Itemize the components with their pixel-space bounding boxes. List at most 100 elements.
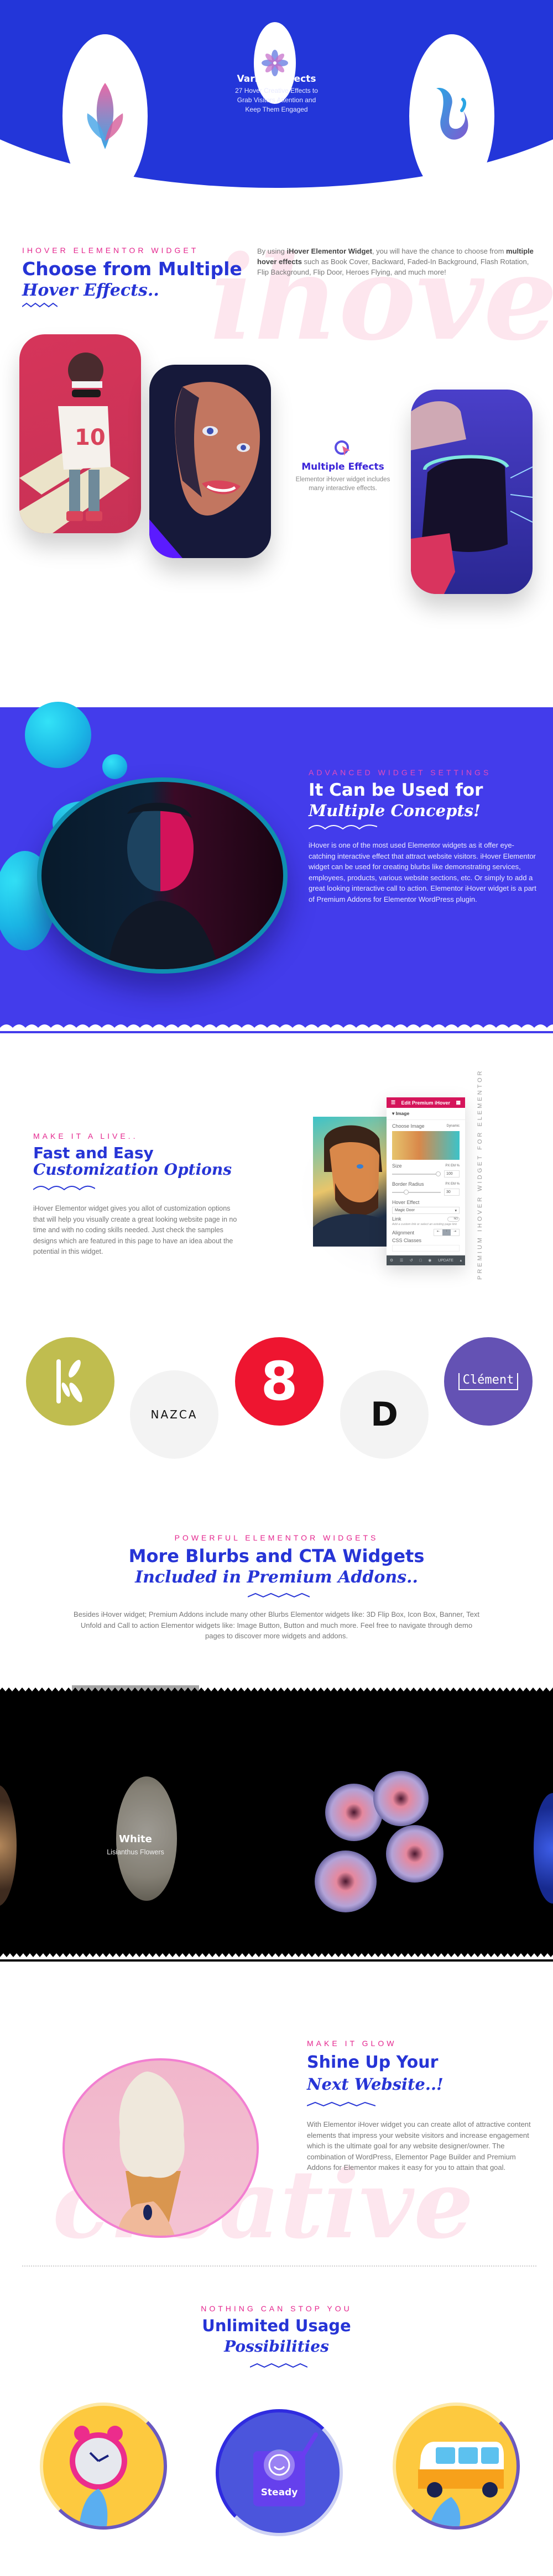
logo-eight[interactable]: 8 <box>235 1337 324 1426</box>
size-control: 100 <box>387 1169 465 1179</box>
flower-card-white[interactable]: White Lisianthus Flowers <box>72 1685 199 1962</box>
preview-icon[interactable]: ◉ <box>428 1258 431 1263</box>
image-picker-preview[interactable] <box>392 1131 460 1160</box>
wave-divider <box>250 2363 307 2368</box>
flower-card-pink[interactable] <box>310 1763 459 1928</box>
flowers-section: White Lisianthus Flowers <box>0 1685 553 1962</box>
radius-control: 30 <box>387 1187 465 1197</box>
flower-caption-title: White <box>119 1833 152 1845</box>
section-eyebrow: Powerful Elementor Widgets <box>174 1533 379 1542</box>
logo-d[interactable]: D <box>340 1370 429 1459</box>
robot-character-icon <box>253 2432 318 2506</box>
decorative-blob <box>102 754 127 779</box>
effect-card-woman[interactable] <box>149 365 271 558</box>
hero-title: Various Effects <box>237 73 316 85</box>
logo-nazca[interactable]: NAZCA <box>130 1370 218 1459</box>
section-title-italic: Hover Effects.. <box>22 281 159 300</box>
responsive-icon[interactable]: □ <box>419 1259 421 1263</box>
size-label: Size <box>392 1163 402 1169</box>
feature-desc-line: Elementor iHover widget includes <box>295 476 390 483</box>
hamburger-menu-icon[interactable]: ☰ <box>391 1100 395 1106</box>
usage-item-van[interactable] <box>393 2402 520 2530</box>
basketball-player-illustration: 10 <box>19 353 130 533</box>
effect-card-vr[interactable] <box>411 390 533 594</box>
concepts-section: Advanced Widget Settings It Can be Used … <box>0 702 553 1034</box>
flower-card-partial-left[interactable] <box>0 1785 17 1906</box>
radius-units[interactable]: PX EM % <box>445 1182 460 1186</box>
slider-handle[interactable] <box>404 1189 409 1195</box>
alarm-clock-icon <box>70 2426 127 2526</box>
slider-handle[interactable] <box>435 1171 441 1176</box>
choose-effects-section: ihover iHover Elementor Widget Choose fr… <box>0 232 553 663</box>
hover-effect-select[interactable]: Magic Door ▾ <box>392 1207 460 1214</box>
portrait-frame[interactable] <box>37 777 288 974</box>
link-label: Link <box>392 1216 401 1222</box>
align-right-icon[interactable]: ⇥ <box>451 1229 459 1236</box>
section-body: With Elementor iHover widget you can cre… <box>307 2120 531 2172</box>
section-eyebrow: Make it a live.. <box>33 1132 138 1140</box>
section-eyebrow: Advanced Widget Settings <box>309 768 492 777</box>
alignment-row: Alignment ⇤ ↕ ⇥ <box>387 1229 465 1236</box>
effect-card-basketball[interactable]: 10 <box>19 334 141 533</box>
align-center-icon[interactable]: ↕ <box>442 1229 451 1236</box>
leaf-icon <box>87 83 123 149</box>
eight-wordmark: 8 <box>260 1350 298 1412</box>
bearded-man-illustration <box>313 1125 387 1247</box>
link-row: Link NO <box>387 1216 465 1222</box>
section-title-italic: Possibilities <box>224 2337 329 2356</box>
panel-footer: ⚙ ☰ ↺ □ ◉ UPDATE ▴ <box>387 1255 465 1265</box>
size-input[interactable]: 100 <box>444 1170 460 1177</box>
usage-item-steady[interactable]: Steady <box>216 2409 343 2536</box>
feature-desc-line: many interactive effects. <box>309 485 377 492</box>
woman-portrait-illustration <box>149 382 260 558</box>
logo-clement[interactable]: Clément <box>444 1337 533 1426</box>
layers-icon[interactable]: ☰ <box>400 1258 403 1263</box>
size-units[interactable]: PX EM % <box>445 1164 460 1168</box>
section-body: iHover Elementor widget gives you allot … <box>33 1205 237 1255</box>
icecream-cone-image <box>118 2072 185 2236</box>
css-classes-label: CSS Classes <box>392 1238 422 1243</box>
zigzag-edge-bottom <box>0 1952 553 1962</box>
chevron-down-icon: ▾ <box>455 1209 457 1213</box>
wave-divider <box>33 1185 95 1191</box>
align-left-icon[interactable]: ⇤ <box>434 1229 442 1236</box>
section-title-italic: Included in Premium Addons.. <box>135 1568 418 1587</box>
radius-slider[interactable] <box>392 1189 441 1195</box>
size-row: Size PX EM % <box>387 1163 465 1169</box>
vertical-label: Premium iHover Widget for Elementor <box>477 1069 483 1280</box>
elementor-edit-panel: ☰ Edit Premium iHover ▦ ▾ Image Choose I… <box>387 1097 465 1265</box>
section-eyebrow: Make it Glow <box>307 2039 397 2048</box>
section-title: Fast and Easy <box>33 1144 154 1162</box>
section-title: It Can be Used for <box>309 780 483 800</box>
svg-text:10: 10 <box>75 425 106 450</box>
settings-icon[interactable]: ⚙ <box>390 1258 393 1263</box>
section-title-italic: Next Website..! <box>307 2075 444 2094</box>
section-divider <box>22 2265 536 2267</box>
flower-card-partial-right[interactable] <box>534 1793 553 1904</box>
wave-divider <box>22 302 58 308</box>
usage-item-clock[interactable] <box>40 2402 167 2530</box>
panel-section-image[interactable]: ▾ Image <box>387 1108 465 1120</box>
hover-overlay <box>72 1685 199 1962</box>
pink-roses-image <box>315 1771 444 1912</box>
dynamic-tags-button[interactable]: Dynamic <box>447 1124 460 1128</box>
grid-icon[interactable]: ▦ <box>456 1100 461 1106</box>
hero-card-right[interactable] <box>409 34 494 198</box>
flower-icon <box>262 50 288 76</box>
update-options-icon[interactable]: ▴ <box>460 1258 462 1263</box>
section-title: Shine Up Your <box>307 2053 439 2072</box>
logo-k[interactable] <box>26 1337 114 1426</box>
radius-input[interactable]: 30 <box>444 1189 460 1196</box>
radius-label: Border Radius <box>392 1181 424 1187</box>
icecream-frame[interactable] <box>62 2058 259 2238</box>
wave-divider <box>248 1592 310 1598</box>
history-icon[interactable]: ↺ <box>410 1258 413 1263</box>
hero-section: Various Effects 27 Hover Creative Effect… <box>0 0 553 198</box>
update-button[interactable]: UPDATE <box>438 1259 453 1263</box>
css-classes-input[interactable] <box>392 1245 460 1252</box>
link-toggle[interactable]: NO <box>447 1216 460 1222</box>
size-slider[interactable] <box>392 1171 441 1176</box>
panel-header: ☰ Edit Premium iHover ▦ <box>387 1097 465 1108</box>
scalloped-edge <box>0 1023 553 1034</box>
hero-card-left[interactable] <box>62 34 148 198</box>
